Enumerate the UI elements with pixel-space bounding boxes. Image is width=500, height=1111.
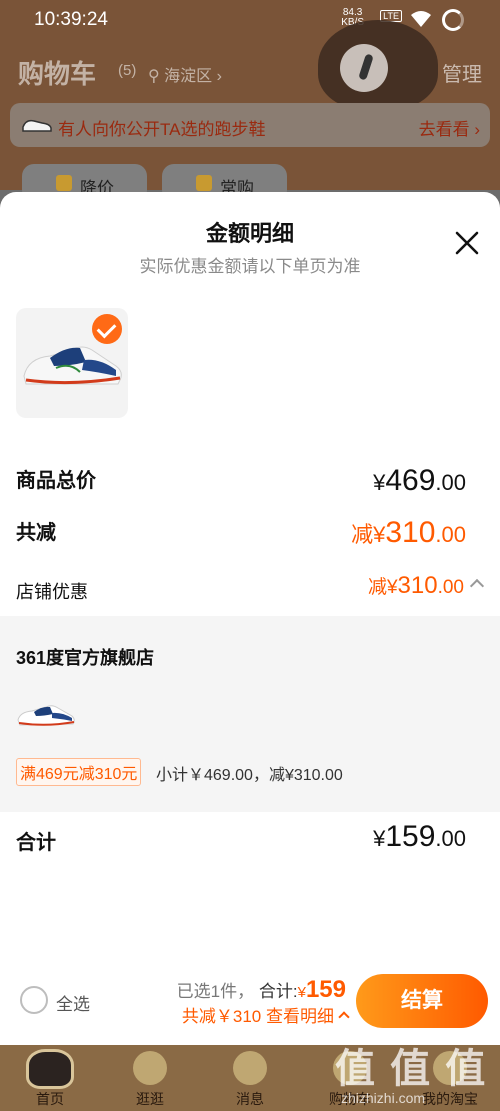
sum-int: 159 bbox=[385, 820, 436, 853]
running-shoe-image bbox=[23, 346, 122, 385]
bar-total-currency: ¥ bbox=[297, 984, 306, 1001]
promo-tag: 满469元减310元 bbox=[16, 758, 142, 786]
bar-total-label: 合计: bbox=[258, 982, 298, 1001]
amount-detail-sheet: 金额明细 实际优惠金额请以下单页为准 商品总价 ¥469.00 共减 减¥310… bbox=[0, 192, 500, 1045]
promo-text: 有人向你公开TA选的跑步鞋 bbox=[58, 120, 266, 139]
bar-total-value: ¥159 bbox=[297, 976, 346, 1003]
store-discount-value: 减¥310.00 bbox=[367, 572, 485, 600]
store-discount-detail: 361度官方旗舰店 满469元减310元 小计￥469.00，减¥310.00 bbox=[0, 616, 500, 812]
chevron-right-icon: › bbox=[216, 68, 222, 85]
selected-summary: 已选1件， 合计:¥159 bbox=[177, 976, 346, 1004]
close-icon[interactable] bbox=[454, 230, 480, 256]
location-text: 海淀区 bbox=[164, 68, 213, 85]
watermark-logo-text: 值 值 值 bbox=[335, 1047, 488, 1091]
status-time: 10:39:24 bbox=[34, 9, 108, 30]
wifi-icon bbox=[411, 11, 431, 27]
discount-label: 共减 bbox=[16, 522, 56, 544]
shoe-icon bbox=[22, 119, 52, 132]
total-price-currency: ¥ bbox=[373, 470, 386, 495]
sum-value: ¥159.00 bbox=[373, 820, 466, 854]
bar-total-number: 159 bbox=[305, 976, 346, 1003]
running-shoe-mini-image bbox=[17, 705, 75, 726]
tab-browse-label: 逛逛 bbox=[136, 1091, 164, 1107]
location-selector[interactable]: ⚲ 海淀区 › bbox=[148, 62, 222, 86]
tab-messages-label: 消息 bbox=[236, 1091, 264, 1107]
watermark-logo: 值 值 值 zhizhizhi.com bbox=[325, 1030, 500, 1111]
home-cat-icon bbox=[26, 1049, 74, 1089]
store-subtotal: 小计￥469.00，减¥310.00 bbox=[156, 767, 343, 784]
price-drop-icon bbox=[56, 175, 72, 191]
store-discount-int: 310 bbox=[397, 572, 438, 599]
sum-label: 合计 bbox=[16, 832, 56, 854]
select-all-label[interactable]: 全选 bbox=[56, 990, 90, 1015]
watermark-site: zhizhizhi.com bbox=[341, 1090, 426, 1106]
total-price-label: 商品总价 bbox=[16, 470, 96, 492]
sum-dec: .00 bbox=[435, 826, 466, 851]
status-bar: 10:39:24 84.3 KB/S LTE bbox=[0, 0, 500, 42]
sheet-subtitle: 实际优惠金额请以下单页为准 bbox=[139, 257, 361, 276]
tab-messages[interactable]: 消息 bbox=[200, 1045, 300, 1111]
total-price-int: 469 bbox=[385, 464, 436, 497]
cart-count: (5) bbox=[118, 62, 137, 79]
cart-title: 购物车 bbox=[18, 59, 97, 89]
discount-dec: .00 bbox=[435, 522, 466, 547]
selected-count: 已选1件， bbox=[176, 982, 255, 1001]
discount-int: 310 bbox=[385, 516, 436, 549]
chevron-up-small-icon bbox=[338, 1011, 350, 1023]
row-sum: 合计 ¥159.00 bbox=[16, 820, 466, 864]
view-detail-label: 查看明细 bbox=[266, 1007, 334, 1026]
location-pin-icon: ⚲ bbox=[148, 68, 160, 85]
store-discount-prefix: 减¥ bbox=[367, 577, 398, 598]
sum-currency: ¥ bbox=[373, 826, 386, 851]
tab-home-label: 首页 bbox=[36, 1091, 64, 1107]
store-name: 361度官方旗舰店 bbox=[16, 648, 155, 668]
store-discount-label: 店铺优惠 bbox=[16, 582, 88, 602]
manage-button[interactable]: 管理 bbox=[442, 58, 482, 87]
battery-icon bbox=[442, 9, 464, 31]
messages-icon bbox=[233, 1051, 267, 1085]
promo-link-label: 去看看 bbox=[418, 120, 470, 139]
checkout-button[interactable]: 结算 bbox=[356, 974, 488, 1028]
promo-link[interactable]: 去看看 › bbox=[419, 115, 480, 140]
select-all-radio[interactable] bbox=[20, 986, 48, 1014]
store-discount-dec: .00 bbox=[437, 577, 464, 598]
sheet-title: 金额明细 bbox=[205, 221, 294, 246]
promo-banner[interactable]: 有人向你公开TA选的跑步鞋 去看看 › bbox=[10, 103, 490, 147]
discount-value: 减¥310.00 bbox=[351, 516, 466, 550]
chevron-up-icon bbox=[469, 578, 485, 594]
discount-prefix: 减¥ bbox=[351, 522, 386, 547]
total-price-dec: .00 bbox=[435, 470, 466, 495]
selected-check-icon[interactable] bbox=[92, 314, 122, 344]
cart-small-icon bbox=[196, 175, 212, 191]
view-detail-link[interactable]: 共减￥310 查看明细 bbox=[181, 1002, 350, 1027]
tab-browse[interactable]: 逛逛 bbox=[100, 1045, 200, 1111]
browse-icon bbox=[133, 1051, 167, 1085]
tab-home[interactable]: 首页 bbox=[0, 1045, 100, 1111]
row-store-discount[interactable]: 店铺优惠 减¥310.00 bbox=[16, 572, 485, 606]
total-price-value: ¥469.00 bbox=[373, 464, 466, 498]
saved-text: 共减￥310 bbox=[181, 1007, 262, 1026]
row-discount: 共减 减¥310.00 bbox=[16, 516, 466, 556]
row-total-price: 商品总价 ¥469.00 bbox=[16, 464, 466, 504]
